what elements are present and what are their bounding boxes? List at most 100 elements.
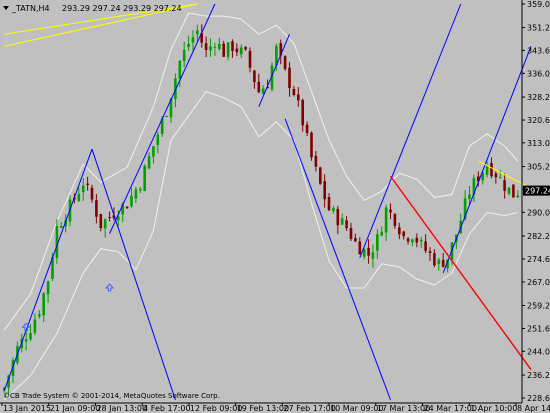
current-price-label: 297.24: [525, 187, 550, 196]
candle: [143, 164, 146, 192]
chart-window[interactable]: 359.00 351.20 343.65 336.05 328.20 320.60 313.…: [0, 0, 550, 413]
candle-body: [490, 163, 493, 177]
candle-body: [389, 209, 392, 213]
candle-body: [332, 208, 335, 212]
y-tick-label: 244.05: [527, 347, 550, 356]
candle-body: [257, 81, 261, 93]
candle-body: [209, 46, 212, 51]
candle-body: [165, 116, 168, 118]
y-tick-label: 343.65: [527, 46, 550, 55]
x-tick-label: 21 Jan 09:00: [50, 404, 101, 413]
x-tick-label: 27 Feb 17:00: [283, 404, 335, 413]
candle-body: [354, 238, 357, 242]
price-chart[interactable]: 359.00 351.20 343.65 336.05 328.20 320.60 313.…: [0, 0, 550, 413]
candle-body: [213, 47, 217, 48]
candle-body: [77, 193, 81, 201]
candle: [310, 131, 313, 161]
candle-body: [99, 214, 103, 229]
candle-body: [485, 165, 489, 175]
candle-body: [248, 50, 252, 68]
y-tick-label: 290.05: [527, 208, 550, 217]
y-tick-label: 313.05: [527, 139, 550, 148]
x-tick-label: 19 Feb 13:00: [237, 404, 289, 413]
candle-body: [191, 37, 195, 43]
candle-body: [305, 124, 309, 133]
candle-body: [441, 259, 445, 267]
candle-body: [178, 61, 182, 79]
candle-body: [319, 167, 322, 184]
candle-body: [507, 187, 511, 194]
candle-body: [226, 42, 230, 57]
candle-body: [349, 228, 353, 239]
candle-body: [81, 185, 85, 193]
candle-body: [156, 134, 160, 145]
candle-body: [231, 41, 234, 51]
candle-body: [239, 47, 243, 55]
y-tick-label: 251.60: [527, 325, 550, 334]
candle-body: [130, 195, 133, 207]
candle-body: [398, 227, 401, 235]
candle-body: [46, 281, 50, 295]
candle-body: [108, 217, 111, 218]
candle-body: [244, 46, 247, 50]
candle-body: [512, 184, 515, 198]
candle-body: [367, 247, 370, 256]
candle-body: [90, 187, 94, 200]
x-tick-label: 28 Jan 13:00: [96, 404, 147, 413]
candle-body: [380, 231, 383, 236]
candle-body: [393, 214, 397, 226]
ohlc-values: 293.29 297.24 293.29 297.24: [62, 4, 182, 13]
candle-body: [95, 200, 98, 217]
y-tick-label: 228.60: [527, 394, 550, 403]
candle-body: [433, 253, 436, 266]
candle-body: [503, 180, 506, 191]
current-price-badge: 297.24: [523, 185, 550, 196]
copyright-text: ©CB Trade System © 2001-2014, MetaQuotes…: [3, 392, 220, 400]
candle-body: [288, 67, 291, 89]
candle-body: [187, 43, 190, 48]
candle-body: [182, 49, 186, 61]
chart-header: _TATN,H4 293.29 297.24 293.29 297.24: [3, 4, 182, 13]
candle-body: [103, 219, 107, 229]
candle-body: [283, 56, 287, 69]
candle-body: [297, 94, 300, 101]
y-tick-label: 236.20: [527, 371, 550, 380]
y-tick-label: 282.20: [527, 232, 550, 241]
candle-body: [323, 181, 326, 200]
candle-body: [358, 241, 362, 255]
candle-body: [384, 207, 388, 233]
candle-body: [406, 238, 410, 242]
candle-body: [24, 339, 28, 342]
candle-body: [86, 183, 89, 185]
x-axis-ticks: 13 Jan 201521 Jan 09:0028 Jan 13:004 Feb…: [1, 403, 550, 413]
candle-body: [336, 209, 340, 226]
candle-body: [340, 218, 344, 225]
y-tick-label: 274.60: [527, 255, 550, 264]
candle-body: [428, 251, 432, 253]
candle-body: [152, 146, 155, 157]
candle-body: [419, 239, 423, 242]
candle-body: [60, 226, 63, 228]
candle-body: [301, 99, 304, 126]
candle-body: [139, 188, 142, 191]
chart-background: [0, 0, 550, 413]
symbol-timeframe: _TATN,H4: [11, 4, 50, 13]
candle-body: [411, 239, 414, 243]
candle-body: [33, 319, 37, 333]
x-tick-label: 4 Feb 17:00: [143, 404, 190, 413]
candle-body: [235, 48, 239, 53]
candle-body: [134, 189, 138, 199]
candle-body: [494, 173, 498, 178]
x-tick-label: 13 Jan 2015: [3, 404, 51, 413]
candle-body: [222, 43, 225, 57]
candle-body: [498, 177, 502, 179]
y-tick-label: 267.00: [527, 278, 550, 287]
candle-body: [42, 293, 45, 316]
candle-body: [253, 70, 256, 83]
candle-body: [314, 155, 318, 167]
candle-body: [415, 237, 419, 243]
candle: [283, 55, 287, 71]
candle-body: [345, 220, 348, 229]
x-tick-label: 12 Feb 09:00: [190, 404, 242, 413]
candle-body: [196, 30, 199, 35]
